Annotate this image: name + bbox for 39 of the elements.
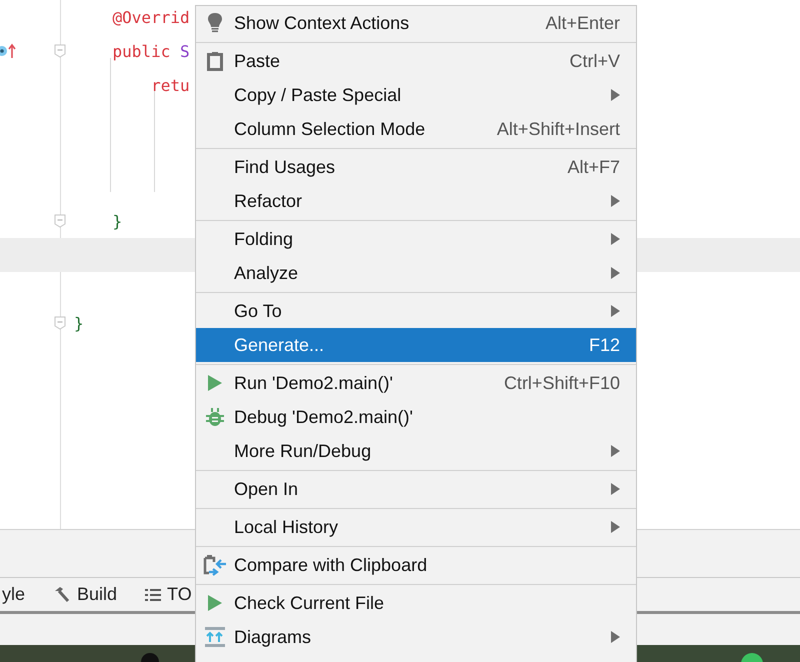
fold-marker-icon[interactable]	[54, 316, 66, 330]
list-icon	[145, 588, 162, 602]
play-icon	[207, 374, 223, 392]
tool-window-tab[interactable]: TO	[143, 584, 194, 605]
code-text: @Overrid	[112, 8, 190, 26]
menu-item[interactable]: Debug 'Demo2.main()'	[196, 400, 636, 434]
code-text: }	[74, 314, 84, 332]
compare-icon	[203, 554, 227, 576]
menu-item[interactable]: Compare with Clipboard	[196, 548, 636, 582]
menu-item[interactable]: Copy / Paste Special	[196, 78, 636, 112]
menu-item[interactable]: Diagrams	[196, 620, 636, 654]
lightbulb-icon	[207, 12, 223, 34]
fold-marker-icon[interactable]	[54, 214, 66, 228]
play-icon	[207, 594, 223, 612]
menu-item[interactable]: Folding	[196, 222, 636, 256]
clipboard-icon	[207, 51, 223, 71]
menu-item[interactable]: Check Current File	[196, 586, 636, 620]
override-marker-icon[interactable]	[0, 43, 16, 59]
code-text: }	[112, 212, 122, 230]
code-text: public S	[112, 42, 190, 60]
menu-item[interactable]: More Run/Debug	[196, 434, 636, 468]
menu-item[interactable]: Paste Ctrl+V	[196, 44, 636, 78]
diagram-icon	[204, 626, 226, 648]
tool-window-tab[interactable]: yle	[0, 584, 28, 605]
menu-item[interactable]: Refactor	[196, 184, 636, 218]
menu-item[interactable]: Column Selection Mode Alt+Shift+Insert	[196, 112, 636, 146]
tool-window-tab[interactable]: Build	[51, 584, 120, 605]
menu-item[interactable]: Show Context Actions Alt+Enter	[196, 6, 636, 40]
menu-item[interactable]: Generate... F12	[196, 328, 636, 362]
menu-item[interactable]: Run 'Demo2.main()' Ctrl+Shift+F10	[196, 366, 636, 400]
code-text: retu	[150, 76, 190, 94]
menu-item[interactable]: Go To	[196, 294, 636, 328]
fold-marker-icon[interactable]	[54, 44, 66, 58]
menu-item[interactable]: Find Usages Alt+F7	[196, 150, 636, 184]
menu-item[interactable]: Open In	[196, 472, 636, 506]
hammer-icon	[53, 586, 72, 604]
menu-item[interactable]: Local History	[196, 510, 636, 544]
menu-item[interactable]: Analyze	[196, 256, 636, 290]
bug-icon	[205, 407, 225, 427]
